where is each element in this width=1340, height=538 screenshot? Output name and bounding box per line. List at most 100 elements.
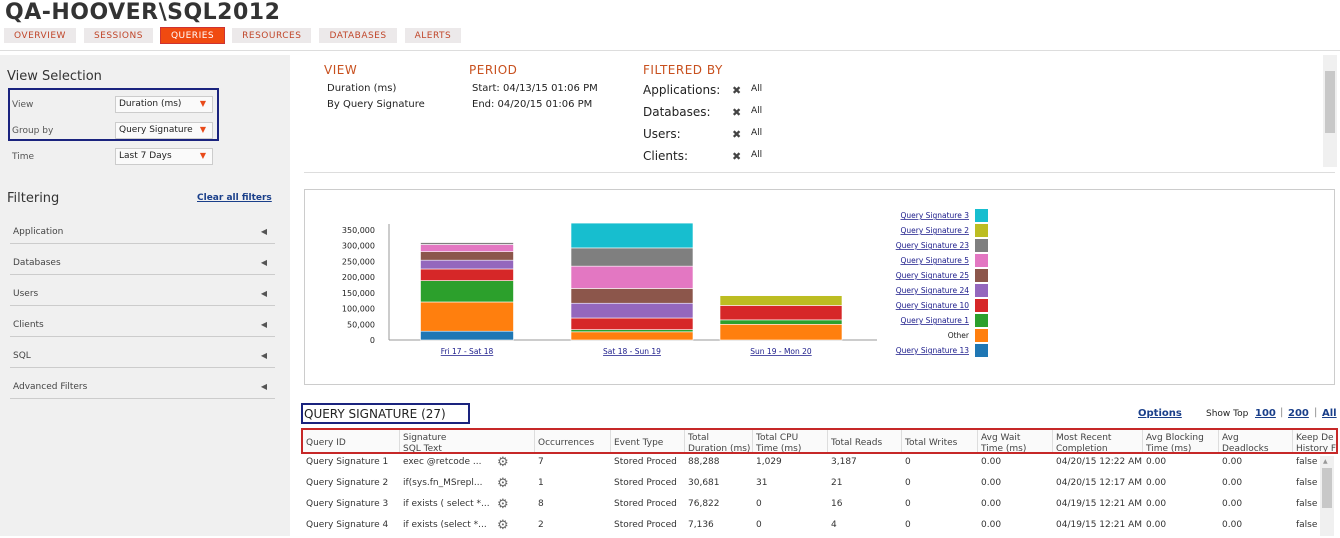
groupby-value: Query Signature <box>119 125 193 135</box>
tab-resources[interactable]: RESOURCES <box>232 28 312 43</box>
filter-clients[interactable]: Clients ◀ <box>10 313 275 337</box>
clear-filters-link[interactable]: Clear all filters <box>197 193 272 203</box>
bar-segment <box>719 319 843 325</box>
scroll-up-icon[interactable]: ▲ <box>1323 458 1328 465</box>
summary-scrollbar[interactable] <box>1323 55 1337 167</box>
filter-label: Databases <box>13 258 61 268</box>
header-line: Query ID <box>306 438 346 448</box>
column-header[interactable]: Query ID <box>306 438 346 449</box>
expand-arrow-icon: ◀ <box>260 227 267 236</box>
legend-label[interactable]: Query Signature 24 <box>896 286 970 295</box>
legend-label[interactable]: Query Signature 5 <box>900 256 969 265</box>
legend-label[interactable]: Query Signature 25 <box>896 271 970 280</box>
filter-advanced[interactable]: Advanced Filters ◀ <box>10 375 275 399</box>
column-header[interactable]: Total Reads <box>831 438 882 449</box>
table-cell: Stored Proced <box>614 520 677 530</box>
table-cell: 0.00 <box>1222 457 1243 467</box>
view-value: Duration (ms) <box>119 99 182 109</box>
filter-label: Users: <box>643 127 681 141</box>
remove-filter-icon[interactable]: ✖ <box>732 106 741 119</box>
remove-filter-icon[interactable]: ✖ <box>732 128 741 141</box>
show-top-100[interactable]: 100 <box>1255 408 1276 419</box>
groupby-select[interactable]: Query Signature ▼ <box>115 122 213 139</box>
gear-icon[interactable]: ⚙ <box>497 497 509 512</box>
filter-application[interactable]: Application ◀ <box>10 220 275 244</box>
show-top-all[interactable]: All <box>1322 408 1337 419</box>
view-select[interactable]: Duration (ms) ▼ <box>115 96 213 113</box>
table-scrollbar[interactable]: ▲ <box>1320 456 1334 536</box>
tab-alerts[interactable]: ALERTS <box>404 28 462 43</box>
table-cell: 0 <box>905 478 911 488</box>
show-top-200[interactable]: 200 <box>1288 408 1309 419</box>
legend-label[interactable]: Query Signature 3 <box>900 211 969 220</box>
column-header[interactable]: Avg Wait Time (ms) <box>981 433 1026 452</box>
period-start: Start: 04/13/15 01:06 PM <box>472 83 598 94</box>
column-header[interactable]: Event Type <box>614 438 663 449</box>
gear-icon[interactable]: ⚙ <box>497 518 509 533</box>
stacked-bar-chart: 0 50,000 100,000 150,000 200,000 250,000 300,0… <box>342 209 988 357</box>
column-header[interactable]: Total Duration (ms) <box>688 433 750 452</box>
view-line: By Query Signature <box>327 99 425 110</box>
bar-segment <box>570 247 694 267</box>
tab-queries[interactable]: QUERIES <box>160 28 225 43</box>
table-cell: false <box>1296 520 1318 530</box>
time-select[interactable]: Last 7 Days ▼ <box>115 148 213 165</box>
column-header[interactable]: Avg Deadlocks <box>1222 433 1269 452</box>
column-header[interactable]: Avg Blocking Time (ms) <box>1146 433 1204 454</box>
expand-arrow-icon: ◀ <box>260 258 267 267</box>
column-header[interactable]: Occurrences <box>538 438 594 449</box>
column-divider <box>1142 430 1143 452</box>
legend-label[interactable]: Other <box>948 331 970 340</box>
filter-users[interactable]: Users ◀ <box>10 282 275 306</box>
table-cell: Query Signature 4 <box>306 520 389 530</box>
legend-swatch <box>975 269 988 282</box>
x-tick-label[interactable]: Fri 17 - Sat 18 <box>441 347 494 356</box>
filtered-section-title: FILTERED BY <box>643 63 723 77</box>
tab-sessions[interactable]: SESSIONS <box>83 28 153 43</box>
table-cell: 04/20/15 12:22 AM <box>1056 457 1143 467</box>
legend-label[interactable]: Query Signature 2 <box>900 226 969 235</box>
column-divider <box>977 430 978 452</box>
header-line: Signature <box>403 433 447 443</box>
column-header[interactable]: Keep De History F <box>1296 433 1336 452</box>
expand-arrow-icon: ◀ <box>260 351 267 360</box>
divider <box>304 172 1335 173</box>
column-header[interactable]: Total CPU Time (ms) <box>756 433 801 452</box>
header-line: Time (ms) <box>1146 444 1192 454</box>
x-tick-label[interactable]: Sat 18 - Sun 19 <box>603 347 661 356</box>
remove-filter-icon[interactable]: ✖ <box>732 84 741 97</box>
x-tick-label[interactable]: Sun 19 - Mon 20 <box>750 347 812 356</box>
filter-sql[interactable]: SQL ◀ <box>10 344 275 368</box>
view-section-title: VIEW <box>324 63 358 77</box>
filter-label: Advanced Filters <box>13 382 88 392</box>
column-header[interactable]: Signature SQL Text <box>403 433 447 452</box>
gear-icon[interactable]: ⚙ <box>497 455 509 470</box>
filtering-title: Filtering <box>7 191 60 206</box>
filter-databases[interactable]: Databases ◀ <box>10 251 275 275</box>
column-header[interactable]: Most Recent Completion <box>1056 433 1111 452</box>
tab-databases[interactable]: DATABASES <box>319 28 397 43</box>
remove-filter-icon[interactable]: ✖ <box>732 150 741 163</box>
legend-label[interactable]: Query Signature 10 <box>896 301 970 310</box>
bar-segment <box>570 265 694 289</box>
table-header: Query ID Signature SQL Text Occurrences Even… <box>301 428 1338 454</box>
gear-icon[interactable]: ⚙ <box>497 476 509 491</box>
scrollbar-thumb[interactable] <box>1322 468 1332 508</box>
table-cell: 0.00 <box>981 499 1002 509</box>
column-header[interactable]: Total Writes <box>905 438 957 449</box>
legend-label[interactable]: Query Signature 1 <box>900 316 969 325</box>
legend-label[interactable]: Query Signature 23 <box>896 241 970 250</box>
bar-segment <box>570 317 694 330</box>
scrollbar-thumb[interactable] <box>1325 71 1335 133</box>
filter-label: Applications: <box>643 83 721 97</box>
table-cell: 7,136 <box>688 520 714 530</box>
legend-swatch <box>975 239 988 252</box>
filter-label: Clients: <box>643 149 689 163</box>
legend-label[interactable]: Query Signature 13 <box>896 346 970 355</box>
tab-overview[interactable]: OVERVIEW <box>4 28 76 43</box>
dropdown-arrow-icon: ▼ <box>199 151 206 160</box>
header-line: Total Reads <box>831 438 883 448</box>
filter-label: Clients <box>13 320 44 330</box>
options-link[interactable]: Options <box>1138 408 1182 419</box>
table-cell: 0.00 <box>1146 520 1167 530</box>
